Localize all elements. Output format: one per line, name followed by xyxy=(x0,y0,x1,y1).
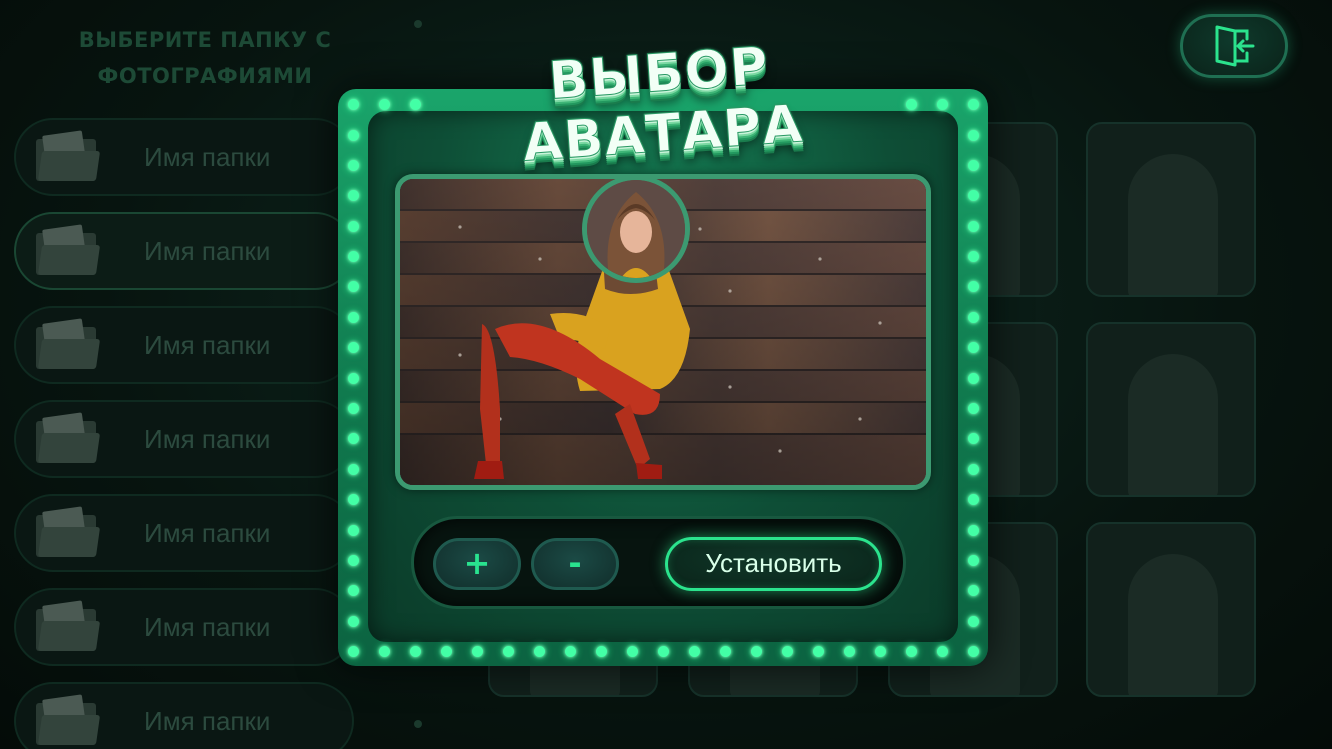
folder-icon xyxy=(36,224,101,275)
zoom-in-button[interactable]: + xyxy=(433,538,521,590)
bulb-light xyxy=(657,645,669,657)
bulb-light xyxy=(967,645,979,657)
bulb-light xyxy=(378,645,390,657)
exit-button[interactable] xyxy=(1180,14,1288,78)
folder-item[interactable]: Имя папки xyxy=(14,400,354,478)
bulb-light xyxy=(967,433,979,445)
bulb-light xyxy=(967,220,979,232)
folder-label: Имя папки xyxy=(144,235,271,266)
bulb-light xyxy=(471,645,483,657)
bulb-light xyxy=(967,403,979,414)
folder-item[interactable]: Имя папки xyxy=(14,494,354,572)
bulb-light xyxy=(967,463,979,475)
bulb-light xyxy=(440,645,452,657)
bulb-light xyxy=(936,98,948,110)
folder-icon xyxy=(36,600,101,651)
bulb-light xyxy=(347,645,359,657)
bulb-light xyxy=(719,645,731,657)
bulb-light xyxy=(347,554,359,566)
bulb-light xyxy=(502,645,514,657)
photo-thumb[interactable] xyxy=(1086,522,1256,697)
avatar-preview xyxy=(582,175,690,283)
bulb-light xyxy=(905,645,917,657)
folder-label: Имя папки xyxy=(144,611,271,642)
bulb-light xyxy=(967,372,979,384)
bulb-light xyxy=(347,342,359,354)
bulb-light xyxy=(347,433,359,445)
bulb-light xyxy=(347,220,359,232)
bulb-light xyxy=(347,524,359,536)
bulb-light xyxy=(347,159,359,171)
bulb-light xyxy=(967,129,979,141)
bulb-light xyxy=(688,645,700,657)
folder-label: Имя папки xyxy=(144,705,271,736)
folder-item[interactable]: Имя папки xyxy=(14,682,354,749)
folder-label: Имя папки xyxy=(144,517,271,548)
folder-list: Имя папки Имя папки Имя папки Имя папки … xyxy=(14,118,354,749)
bulb-light xyxy=(347,311,359,323)
folder-label: Имя папки xyxy=(144,329,271,360)
bulb-light xyxy=(347,129,359,141)
bulb-light xyxy=(409,98,421,110)
bulb-light xyxy=(843,645,855,657)
bulb-light xyxy=(967,585,979,597)
bulb-light xyxy=(967,554,979,566)
bulb-light xyxy=(967,190,979,202)
bulb-light xyxy=(967,615,979,627)
bulb-light xyxy=(347,463,359,475)
bulb-light xyxy=(967,251,979,263)
install-button[interactable]: Установить xyxy=(665,537,882,591)
photo-thumb[interactable] xyxy=(1086,322,1256,497)
folder-item[interactable]: Имя папки xyxy=(14,306,354,384)
bulb-light xyxy=(347,281,359,293)
folder-item[interactable]: Имя папки xyxy=(14,212,354,290)
photo-thumb[interactable] xyxy=(1086,122,1256,297)
folder-label: Имя папки xyxy=(144,141,271,172)
bulb-light xyxy=(967,494,979,506)
folders-title: ВЫБЕРИТЕ ПАПКУ С ФОТОГРАФИЯМИ xyxy=(78,28,332,88)
bulb-light xyxy=(967,342,979,354)
folder-icon xyxy=(36,412,101,463)
bulb-light xyxy=(347,615,359,627)
folder-item[interactable]: Имя папки xyxy=(14,118,354,196)
bulb-light xyxy=(750,645,762,657)
bulb-light xyxy=(595,645,607,657)
folder-icon xyxy=(36,318,101,369)
bulb-light xyxy=(905,98,917,110)
bulb-light xyxy=(378,98,390,110)
bulb-light xyxy=(409,645,421,657)
bulb-light xyxy=(781,645,793,657)
bulb-light xyxy=(347,98,359,110)
bulb-light xyxy=(347,585,359,597)
bulb-light xyxy=(533,645,545,657)
bulb-light xyxy=(564,645,576,657)
bulb-light xyxy=(967,159,979,171)
folder-icon xyxy=(36,506,101,557)
bulb-light xyxy=(967,311,979,323)
bulb-light xyxy=(936,645,948,657)
bulb-light xyxy=(874,645,886,657)
folder-label: Имя папки xyxy=(144,423,271,454)
folder-icon xyxy=(36,130,101,181)
avatar-image xyxy=(587,180,685,278)
folder-item[interactable]: Имя папки xyxy=(14,588,354,666)
bulb-light xyxy=(967,524,979,536)
bulb-light xyxy=(967,98,979,110)
bulb-light xyxy=(967,281,979,293)
bulb-light xyxy=(626,645,638,657)
bulb-light xyxy=(347,372,359,384)
zoom-out-button[interactable]: - xyxy=(531,538,619,590)
folder-icon xyxy=(36,694,101,745)
exit-door-icon xyxy=(1215,25,1255,67)
bulb-light xyxy=(347,494,359,506)
bulb-light xyxy=(347,403,359,414)
bulb-light xyxy=(812,645,824,657)
bulb-light xyxy=(347,251,359,263)
bulb-light xyxy=(347,190,359,202)
